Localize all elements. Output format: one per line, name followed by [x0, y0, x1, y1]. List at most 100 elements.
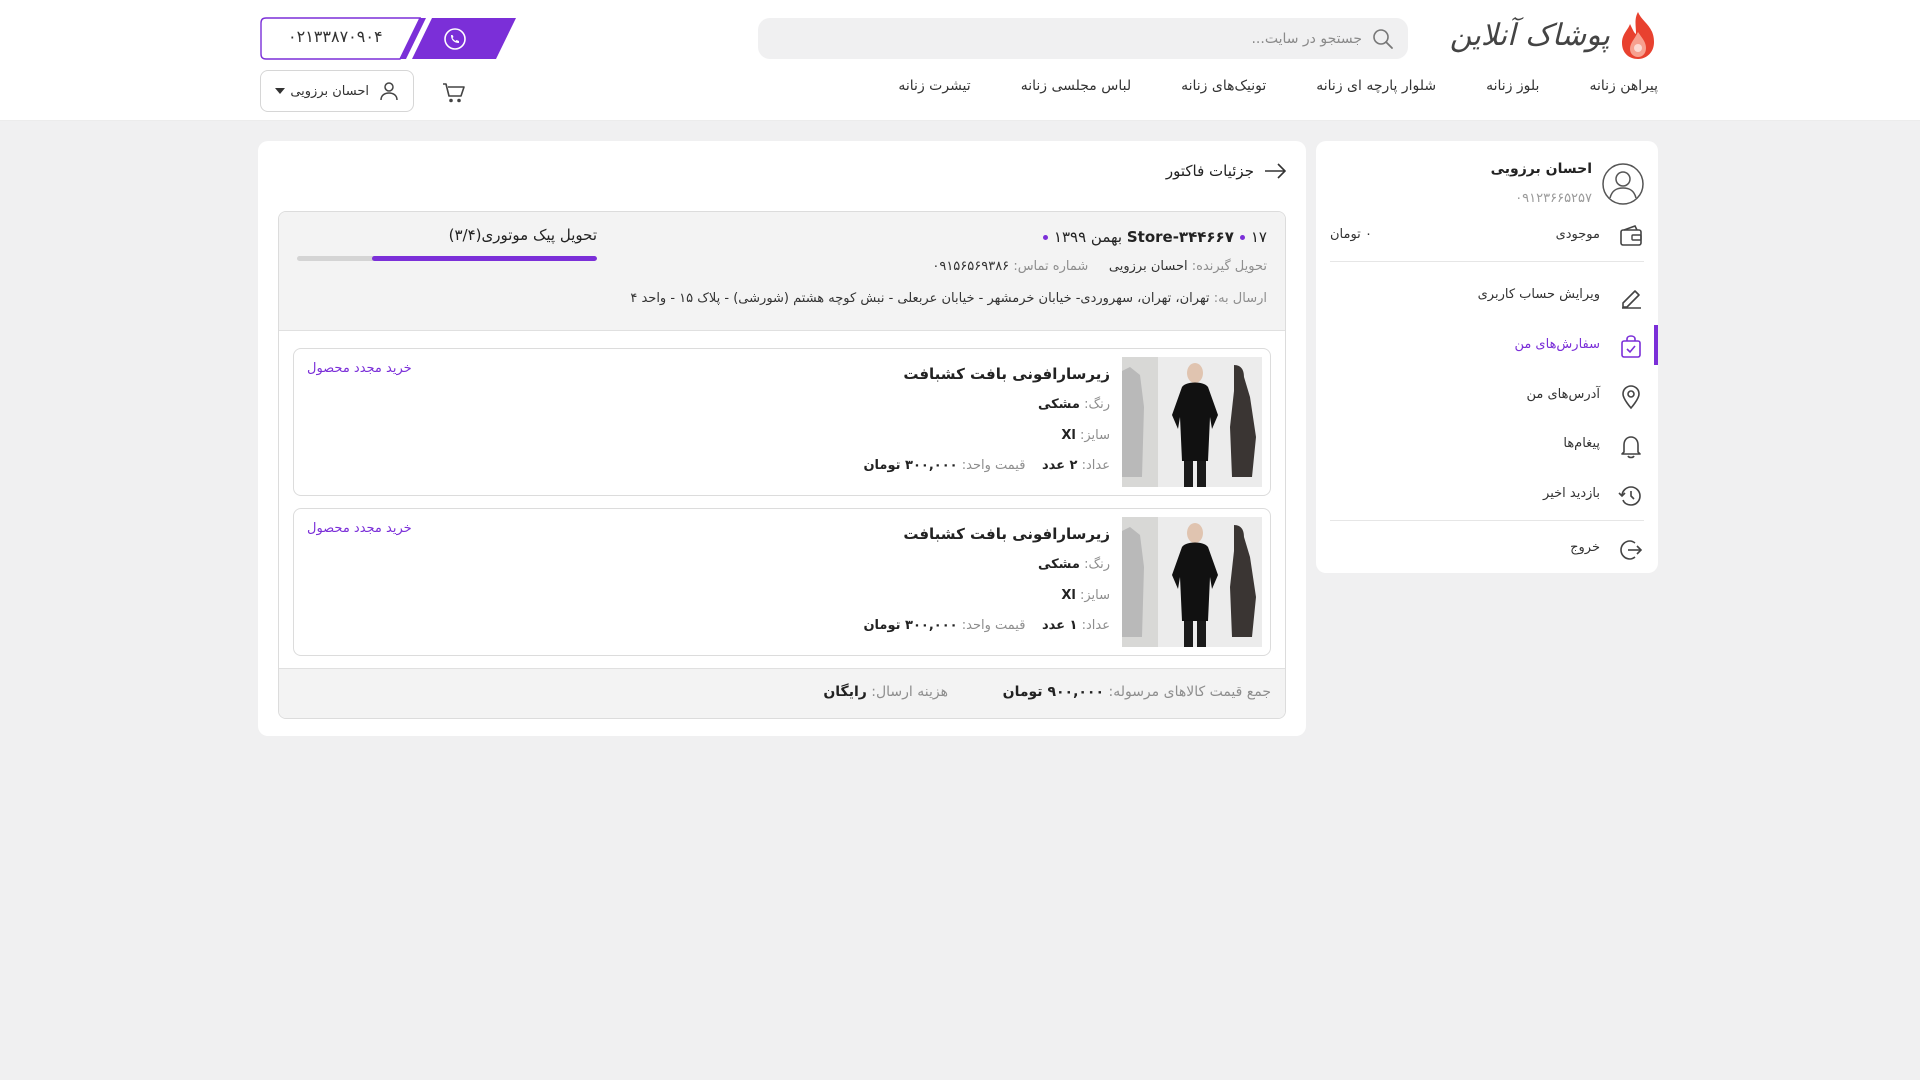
- order-details-box: Store-۳۴۴۶۶۷۱۷ بهمن ۱۳۹۹ تحویل گیرنده: ا…: [278, 211, 1286, 719]
- separator-dot: [1239, 235, 1245, 240]
- arrow-right-icon: [1265, 163, 1286, 179]
- nav-item-tunics[interactable]: تونیک‌های زنانه: [1181, 78, 1266, 102]
- separator-dot: [1042, 235, 1048, 240]
- nav-item-dresses[interactable]: پیراهن زنانه: [1589, 78, 1658, 102]
- product-size: سایز: Xl: [1061, 428, 1110, 443]
- profile-name: احسان برزویی: [1490, 161, 1592, 177]
- nav-item-tshirts[interactable]: تیشرت زنانه: [898, 78, 970, 102]
- logout-button[interactable]: خروج: [1316, 528, 1658, 570]
- rebuy-product-link[interactable]: خرید مجدد محصول: [307, 521, 412, 536]
- size-label: سایز:: [1079, 428, 1110, 443]
- divider: [1330, 520, 1644, 521]
- address-text: تهران، تهران، سهروردی- خیابان خرمشهر - خ…: [630, 291, 1210, 306]
- product-qty-price: عداد: ۲ عدد قیمت واحد: ۳۰۰,۰۰۰ تومان: [863, 458, 1110, 473]
- wallet-balance: موجودی ۰ تومان: [1330, 223, 1644, 249]
- flame-logo-icon: [1622, 12, 1654, 59]
- cart-icon[interactable]: [442, 82, 466, 104]
- nav-item-pants[interactable]: شلوار پارچه ای زنانه: [1316, 78, 1436, 102]
- order-totals: جمع قیمت کالاهای مرسوله: ۹۰۰,۰۰۰ تومان ه…: [279, 668, 1285, 718]
- main-nav: پیراهن زنانه بلوز زنانه شلوار پارچه ای ز…: [848, 78, 1658, 102]
- phone-icon: [444, 28, 466, 50]
- qty-label: عداد:: [1081, 618, 1110, 633]
- delivery-progress-fill: [372, 256, 597, 261]
- delivery-status: تحویل پیک موتوری(۳/۴): [297, 226, 597, 266]
- sidebar-item-my-orders[interactable]: سفارش‌های من: [1316, 325, 1658, 367]
- shipping-value: رایگان: [823, 684, 867, 700]
- sidebar-item-label: سفارش‌های من: [1514, 337, 1600, 352]
- site-header: پوشاک آنلاین ۰۲۱۳۳۸۷۰۹۰۴ پیراهن زنانه بل…: [0, 0, 1920, 121]
- back-to-orders[interactable]: جزئیات فاکتور: [1166, 159, 1286, 183]
- sidebar-item-label: بازدید اخیر: [1543, 486, 1600, 501]
- sidebar-item-recent-views[interactable]: بازدید اخیر: [1316, 474, 1658, 516]
- unit-price-value: ۳۰۰,۰۰۰ تومان: [863, 458, 958, 473]
- wallet-icon: [1620, 225, 1642, 246]
- recipient-name: احسان برزویی: [1108, 259, 1188, 274]
- product-image[interactable]: [1122, 517, 1262, 647]
- user-icon: [380, 82, 398, 101]
- items-total-label: جمع قیمت کالاهای مرسوله:: [1108, 684, 1271, 700]
- search-input[interactable]: [802, 18, 1362, 59]
- color-label: رنگ:: [1084, 557, 1110, 572]
- product-qty-price: عداد: ۱ عدد قیمت واحد: ۳۰۰,۰۰۰ تومان: [863, 618, 1110, 633]
- chevron-down-icon: [275, 88, 285, 94]
- search-icon[interactable]: [1372, 28, 1394, 50]
- qty-value: ۲ عدد: [1041, 458, 1078, 473]
- recipient-label: تحویل گیرنده:: [1191, 259, 1267, 274]
- product-name[interactable]: زیرسارافونی بافت کشبافت: [903, 525, 1110, 543]
- product-color: رنگ: مشکی: [1038, 397, 1110, 412]
- unit-price-label: قیمت واحد:: [961, 458, 1026, 473]
- address-label: ارسال به:: [1213, 291, 1267, 306]
- size-value: Xl: [1061, 588, 1076, 603]
- profile-phone: ۰۹۱۲۳۶۶۵۲۵۷: [1515, 191, 1592, 206]
- user-name: احسان برزویی: [290, 83, 369, 99]
- product-color: رنگ: مشکی: [1038, 557, 1110, 572]
- address-line: ارسال به: تهران، تهران، سهروردی- خیابان …: [630, 291, 1267, 306]
- wallet-label: موجودی: [1555, 227, 1600, 242]
- support-phone[interactable]: ۰۲۱۳۳۸۷۰۹۰۴: [260, 17, 516, 60]
- items-total: جمع قیمت کالاهای مرسوله: ۹۰۰,۰۰۰ تومان: [1003, 684, 1271, 700]
- logout-icon: [1620, 540, 1643, 560]
- rebuy-product-link[interactable]: خرید مجدد محصول: [307, 361, 412, 376]
- shipping-cost: هزینه ارسال: رایگان: [823, 684, 948, 700]
- product-photo: [1122, 517, 1262, 647]
- account-sidebar: احسان برزویی ۰۹۱۲۳۶۶۵۲۵۷ موجودی ۰ تومان …: [1316, 141, 1658, 573]
- product-image[interactable]: [1122, 357, 1262, 487]
- delivery-progress-bar: [297, 256, 597, 261]
- size-value: Xl: [1061, 428, 1076, 443]
- qty-label: عداد:: [1081, 458, 1110, 473]
- order-id-line: Store-۳۴۴۶۶۷۱۷ بهمن ۱۳۹۹: [1037, 228, 1267, 246]
- logo-text: پوشاک آنلاین: [1449, 18, 1610, 53]
- orders-bag-icon: [1621, 335, 1641, 358]
- recipient-line: تحویل گیرنده: احسان برزویی شماره تماس: ۰…: [932, 259, 1267, 274]
- nav-item-party-dresses[interactable]: لباس مجلسی زنانه: [1021, 78, 1131, 102]
- user-menu-button[interactable]: احسان برزویی: [260, 70, 414, 112]
- color-value: مشکی: [1037, 397, 1080, 412]
- color-label: رنگ:: [1084, 397, 1110, 412]
- product-name[interactable]: زیرسارافونی بافت کشبافت: [903, 365, 1110, 383]
- color-value: مشکی: [1037, 557, 1080, 572]
- order-summary: Store-۳۴۴۶۶۷۱۷ بهمن ۱۳۹۹ تحویل گیرنده: ا…: [279, 212, 1285, 331]
- delivery-label: تحویل پیک موتوری(۳/۴): [448, 226, 597, 244]
- logout-label: خروج: [1570, 540, 1600, 555]
- order-item: زیرسارافونی بافت کشبافت رنگ: مشکی سایز: …: [293, 508, 1271, 656]
- sidebar-item-edit-account[interactable]: ویرایش حساب کاربری: [1316, 275, 1658, 317]
- invoice-panel: جزئیات فاکتور Store-۳۴۴۶۶۷۱۷ بهمن ۱۳۹۹ ت…: [258, 141, 1306, 736]
- page-title: جزئیات فاکتور: [1165, 162, 1254, 180]
- divider: [1330, 261, 1644, 262]
- sidebar-item-messages[interactable]: پیغام‌ها: [1316, 424, 1658, 466]
- contact-label: شماره تماس:: [1013, 259, 1089, 274]
- sidebar-item-label: ویرایش حساب کاربری: [1477, 287, 1600, 302]
- bell-icon: [1621, 436, 1641, 459]
- unit-price-value: ۳۰۰,۰۰۰ تومان: [863, 618, 958, 633]
- avatar-icon: [1602, 163, 1644, 205]
- unit-price-label: قیمت واحد:: [961, 618, 1026, 633]
- search-bar: [758, 18, 1408, 59]
- sidebar-item-label: آدرس‌های من: [1526, 387, 1600, 402]
- sidebar-item-my-addresses[interactable]: آدرس‌های من: [1316, 375, 1658, 417]
- phone-number: ۰۲۱۳۳۸۷۰۹۰۴: [288, 27, 383, 46]
- product-photo: [1122, 357, 1262, 487]
- sidebar-item-label: پیغام‌ها: [1563, 436, 1600, 451]
- nav-item-blouses[interactable]: بلوز زنانه: [1486, 78, 1539, 102]
- site-logo[interactable]: پوشاک آنلاین: [1450, 8, 1660, 62]
- location-pin-icon: [1622, 385, 1640, 410]
